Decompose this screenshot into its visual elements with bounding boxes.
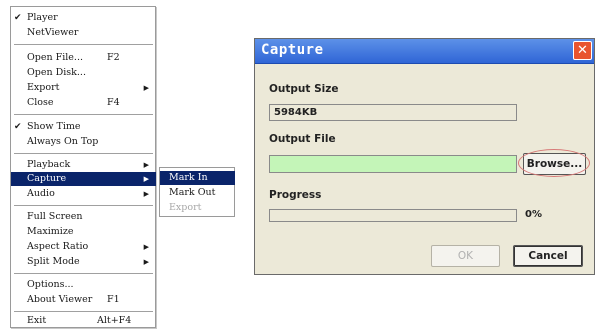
output-file-label: Output File (269, 133, 336, 145)
menu-item-label: Close (27, 97, 54, 108)
menu-separator (14, 114, 153, 115)
output-file-field[interactable] (269, 155, 517, 173)
menu-item-label: NetViewer (27, 27, 79, 38)
menu-item-about-viewer[interactable]: About Viewer F1 (11, 293, 156, 307)
submenu-arrow-icon: ▶ (143, 161, 149, 169)
menu-item-capture[interactable]: Capture ▶ (11, 172, 156, 186)
menu-item-label: Exit (27, 315, 47, 326)
menu-item-aspect-ratio[interactable]: Aspect Ratio ▶ (11, 240, 156, 254)
menu-item-label: Aspect Ratio (27, 241, 89, 252)
menu-item-label: Split Mode (27, 256, 80, 267)
submenu-arrow-icon: ▶ (143, 258, 149, 266)
menu-item-exit[interactable]: Exit Alt+F4 (11, 314, 156, 328)
submenu-item-label: Export (169, 202, 202, 213)
menu-item-options[interactable]: Options... (11, 278, 156, 292)
menu-item-label: Playback (27, 159, 71, 170)
capture-dialog: Capture ✕ Output Size 5984KB Output File… (254, 38, 595, 275)
menu-item-label: Full Screen (27, 211, 83, 222)
menu-item-label: Maximize (27, 226, 74, 237)
submenu-item-export: Export (160, 201, 235, 215)
menu-item-split-mode[interactable]: Split Mode ▶ (11, 255, 156, 269)
menu-item-playback[interactable]: Playback ▶ (11, 158, 156, 172)
menu-item-label: Open Disk... (27, 67, 86, 78)
menu-item-label: Player (27, 12, 58, 23)
menu-item-label: Capture (27, 173, 67, 184)
progress-bar (269, 209, 517, 222)
submenu-item-mark-in[interactable]: Mark In (160, 171, 235, 185)
menu-item-label: About Viewer (27, 294, 93, 305)
menu-item-label: Options... (27, 279, 74, 290)
menu-item-always-on-top[interactable]: Always On Top (11, 135, 156, 149)
menu-item-shortcut: F2 (107, 52, 120, 63)
output-size-field: 5984KB (269, 104, 517, 121)
progress-percent: 0% (525, 209, 542, 220)
checkmark-icon: ✔ (14, 122, 22, 132)
submenu-arrow-icon: ▶ (143, 243, 149, 251)
menu-item-maximize[interactable]: Maximize (11, 225, 156, 239)
capture-submenu: Mark In Mark Out Export (159, 167, 235, 217)
menu-separator (14, 153, 153, 154)
dialog-title-bar[interactable]: Capture ✕ (255, 39, 594, 64)
dialog-title: Capture (261, 42, 324, 58)
ok-button[interactable]: OK (431, 245, 500, 267)
menu-item-netviewer[interactable]: NetViewer (11, 26, 156, 40)
menu-separator (14, 311, 153, 312)
submenu-arrow-icon: ▶ (143, 175, 149, 183)
menu-item-player[interactable]: ✔ Player (11, 11, 156, 25)
submenu-item-mark-out[interactable]: Mark Out (160, 186, 235, 200)
menu-separator (14, 44, 153, 45)
menu-item-label: Always On Top (27, 136, 99, 147)
menu-item-export[interactable]: Export ▶ (11, 81, 156, 95)
submenu-arrow-icon: ▶ (143, 190, 149, 198)
menu-item-label: Open File... (27, 52, 83, 63)
browse-button[interactable]: Browse... (523, 153, 586, 175)
context-menu: ✔ Player NetViewer Open File... F2 Open … (10, 6, 156, 328)
cancel-button[interactable]: Cancel (513, 245, 583, 267)
menu-item-label: Audio (27, 188, 55, 199)
menu-item-label: Show Time (27, 121, 81, 132)
progress-label: Progress (269, 189, 322, 201)
menu-item-shortcut: F1 (107, 294, 120, 305)
menu-item-open-disk[interactable]: Open Disk... (11, 66, 156, 80)
menu-item-shortcut: Alt+F4 (97, 315, 132, 326)
menu-item-close[interactable]: Close F4 (11, 96, 156, 110)
menu-item-show-time[interactable]: ✔ Show Time (11, 120, 156, 134)
submenu-arrow-icon: ▶ (143, 84, 149, 92)
output-size-label: Output Size (269, 83, 339, 95)
menu-item-shortcut: F4 (107, 97, 120, 108)
submenu-item-label: Mark Out (169, 187, 216, 198)
close-icon[interactable]: ✕ (573, 41, 592, 60)
checkmark-icon: ✔ (14, 13, 22, 23)
menu-item-open-file[interactable]: Open File... F2 (11, 51, 156, 65)
menu-item-full-screen[interactable]: Full Screen (11, 210, 156, 224)
menu-separator (14, 273, 153, 274)
menu-separator (14, 205, 153, 206)
menu-item-label: Export (27, 82, 60, 93)
submenu-item-label: Mark In (169, 172, 208, 183)
menu-item-audio[interactable]: Audio ▶ (11, 187, 156, 201)
